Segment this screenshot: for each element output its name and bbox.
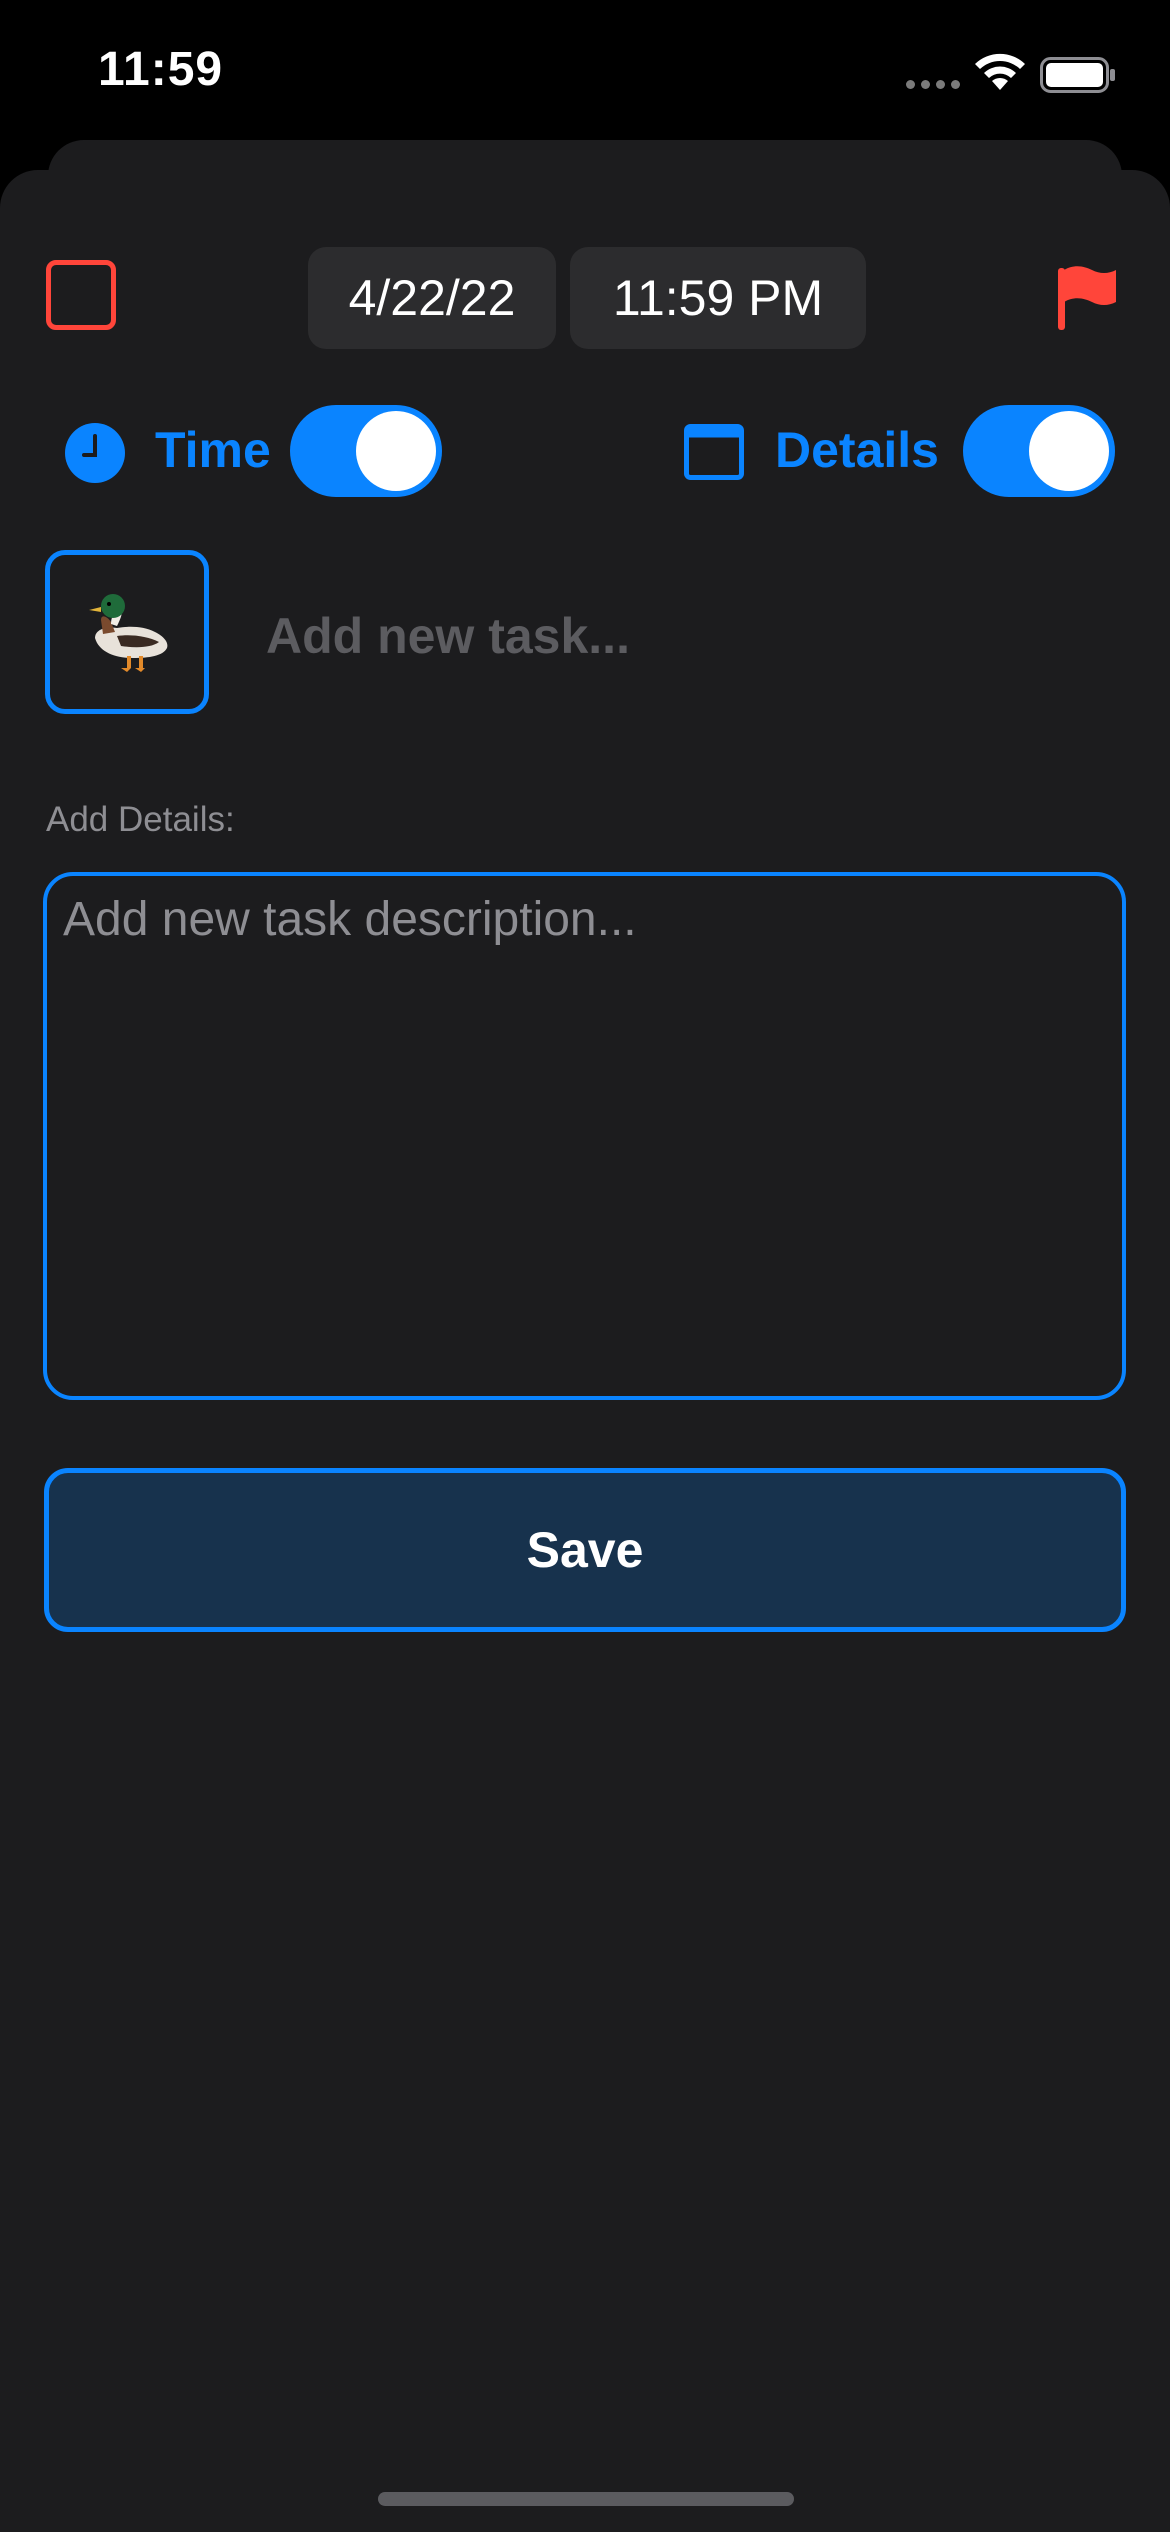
save-button[interactable]: Save xyxy=(44,1468,1126,1632)
cellular-signal-icon xyxy=(906,80,960,89)
task-icon-picker[interactable] xyxy=(45,550,209,714)
details-toggle[interactable] xyxy=(963,405,1115,497)
flag-icon[interactable] xyxy=(1056,264,1118,332)
time-toggle-label: Time xyxy=(155,422,271,478)
task-name-input[interactable] xyxy=(264,600,1128,672)
status-time: 11:59 xyxy=(98,43,224,96)
completion-checkbox[interactable] xyxy=(46,260,116,330)
toggle-knob xyxy=(356,411,436,491)
clock-icon xyxy=(65,423,125,483)
details-heading: Add Details: xyxy=(46,800,235,839)
home-indicator[interactable] xyxy=(378,2492,794,2506)
toggle-knob xyxy=(1029,411,1109,491)
task-description-input[interactable] xyxy=(43,872,1126,1400)
duck-icon xyxy=(89,594,168,672)
wifi-icon xyxy=(975,53,1025,90)
calendar-icon xyxy=(684,424,744,480)
details-toggle-label: Details xyxy=(775,422,939,478)
time-toggle[interactable] xyxy=(290,405,442,497)
battery-icon xyxy=(1040,57,1115,93)
time-picker[interactable]: 11:59 PM xyxy=(570,247,866,349)
status-bar: 11:59 xyxy=(0,0,1170,140)
date-picker[interactable]: 4/22/22 xyxy=(308,247,556,349)
